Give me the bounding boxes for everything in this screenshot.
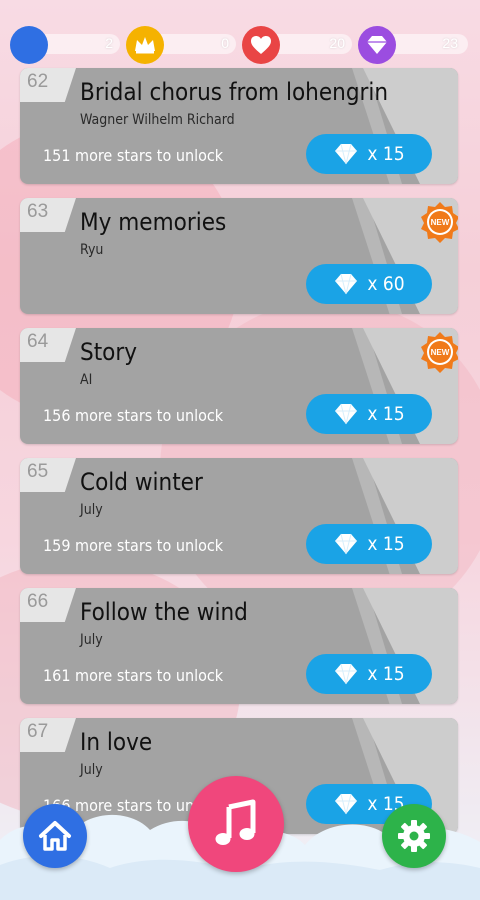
song-artist: Wagner Wilhelm Richard (80, 112, 235, 128)
buy-with-diamonds-button[interactable]: x 15 (306, 394, 432, 434)
song-number: 62 (27, 71, 49, 92)
blue-dot-icon (10, 26, 48, 64)
stat-level: 2 (10, 26, 125, 64)
price-label: x 15 (367, 663, 405, 685)
unlock-requirement: 159 more stars to unlock (43, 536, 224, 555)
unlock-requirement: 151 more stars to unlock (43, 146, 224, 165)
music-note-icon (215, 799, 256, 845)
stat-hearts: 20 (242, 26, 357, 64)
song-number: 64 (27, 331, 49, 352)
crown-icon (126, 26, 164, 64)
song-title: Follow the wind (80, 598, 248, 626)
diamond-icon (335, 143, 358, 165)
unlock-requirement: 156 more stars to unlock (43, 406, 224, 425)
diamond-icon (335, 273, 358, 295)
new-badge: NEW (421, 202, 458, 243)
stat-value: 2 (105, 35, 113, 51)
diamond-icon (335, 533, 358, 555)
heart-icon (242, 26, 280, 64)
song-number: 65 (27, 461, 49, 482)
song-title: Bridal chorus from lohengrin (80, 78, 389, 106)
stat-value: 0 (221, 35, 229, 51)
price-label: x 60 (367, 273, 405, 295)
stat-crowns: 0 (126, 26, 241, 64)
song-card[interactable]: 64 Story AI 156 more stars to unlock x 1… (20, 328, 458, 444)
song-card[interactable]: 63 My memories Ryu x 60 NEW (20, 198, 458, 314)
diamond-icon (335, 663, 358, 685)
song-artist: July (80, 502, 103, 518)
song-title: Cold winter (80, 468, 203, 496)
diamond-icon (358, 26, 396, 64)
buy-with-diamonds-button[interactable]: x 15 (306, 654, 432, 694)
song-card[interactable]: 65 Cold winter July 159 more stars to un… (20, 458, 458, 574)
diamond-icon (335, 403, 358, 425)
song-artist: AI (80, 372, 93, 388)
unlock-requirement: 161 more stars to unlock (43, 666, 224, 685)
buy-with-diamonds-button[interactable]: x 15 (306, 134, 432, 174)
gear-icon (398, 820, 430, 852)
song-artist: Ryu (80, 242, 104, 258)
buy-with-diamonds-button[interactable]: x 15 (306, 524, 432, 564)
settings-button[interactable] (382, 804, 446, 868)
song-title: My memories (80, 208, 227, 236)
song-card[interactable]: 62 Bridal chorus from lohengrin Wagner W… (20, 68, 458, 184)
song-title: In love (80, 728, 153, 756)
new-badge-label: NEW (431, 218, 450, 227)
price-label: x 15 (367, 403, 405, 425)
price-label: x 15 (367, 143, 405, 165)
stat-diamonds: 23 (358, 26, 470, 64)
song-number: 63 (27, 201, 49, 222)
song-number: 67 (27, 721, 49, 742)
song-card[interactable]: 66 Follow the wind July 161 more stars t… (20, 588, 458, 704)
stat-value: 20 (329, 35, 345, 51)
music-button[interactable] (188, 776, 284, 872)
song-title: Story (80, 338, 138, 366)
song-number: 66 (27, 591, 49, 612)
stat-value: 23 (442, 35, 458, 51)
home-button[interactable] (23, 804, 87, 868)
stats-bar: 2 0 20 23 (10, 26, 470, 64)
song-list[interactable]: 62 Bridal chorus from lohengrin Wagner W… (20, 68, 458, 848)
price-label: x 15 (367, 533, 405, 555)
home-icon (39, 821, 71, 851)
buy-with-diamonds-button[interactable]: x 60 (306, 264, 432, 304)
new-badge-label: NEW (431, 348, 450, 357)
song-artist: July (80, 632, 103, 648)
new-badge: NEW (421, 332, 458, 373)
